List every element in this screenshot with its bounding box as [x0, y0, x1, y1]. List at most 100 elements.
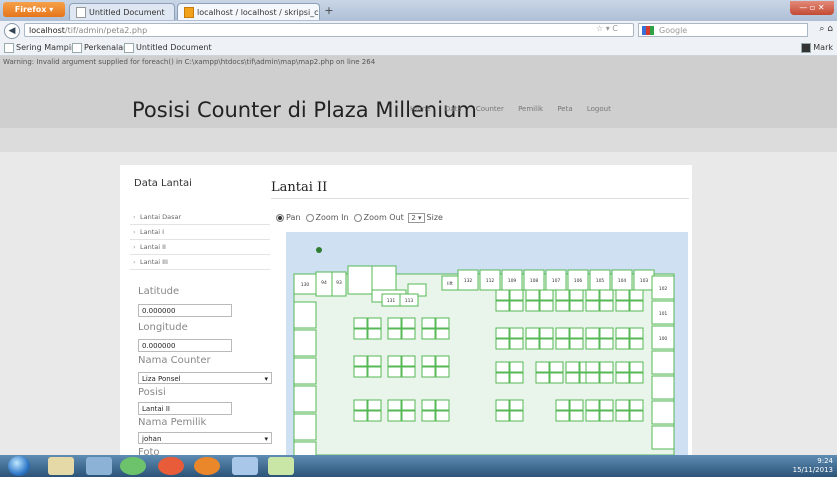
counter-box[interactable] — [599, 399, 614, 411]
pemilik-select[interactable]: johan ▾ — [138, 432, 272, 444]
counter-box[interactable] — [599, 300, 614, 312]
counter-box[interactable] — [651, 425, 675, 450]
counter-box[interactable] — [629, 361, 644, 373]
counter-box[interactable] — [565, 361, 580, 373]
counter-box[interactable] — [555, 338, 570, 350]
counter-box[interactable] — [615, 289, 630, 301]
counter-box[interactable] — [569, 338, 584, 350]
counter-box[interactable] — [387, 328, 402, 340]
counter-box[interactable] — [555, 327, 570, 339]
counter-box[interactable] — [435, 355, 450, 367]
counter-box[interactable] — [293, 329, 317, 357]
lantai-item[interactable]: Lantai I — [130, 225, 270, 240]
counter-box[interactable] — [615, 410, 630, 422]
counter-box[interactable] — [599, 338, 614, 350]
chrome-icon[interactable] — [158, 457, 184, 475]
longitude-field[interactable]: 0.000000 — [138, 339, 232, 352]
counter-box[interactable] — [367, 317, 382, 329]
tab-untitled-document[interactable]: Untitled Document — [69, 3, 175, 20]
counter-box[interactable] — [421, 399, 436, 411]
latitude-field[interactable]: 0.000000 — [138, 304, 232, 317]
counter-box[interactable] — [421, 355, 436, 367]
counter-box[interactable] — [651, 350, 675, 375]
counter-box[interactable] — [421, 317, 436, 329]
bookmark-perkenalan[interactable]: Perkenalan — [72, 41, 128, 55]
counter-box[interactable] — [599, 289, 614, 301]
counter-box[interactable] — [565, 372, 580, 384]
counter-box[interactable] — [387, 317, 402, 329]
counter-box[interactable] — [569, 399, 584, 411]
floor-map[interactable]: 1321121091081071061051041031309493toilet… — [286, 232, 688, 455]
firefox-icon[interactable] — [194, 457, 220, 475]
counter-box[interactable] — [293, 357, 317, 385]
counter-box[interactable] — [367, 410, 382, 422]
counter-box[interactable] — [615, 338, 630, 350]
menu-logout[interactable]: Logout — [587, 105, 611, 113]
counter-box[interactable] — [525, 289, 540, 301]
counter-box[interactable] — [293, 301, 317, 329]
star-reload-icon[interactable]: ☆ ▾ C — [596, 24, 618, 33]
window-icon[interactable] — [232, 457, 258, 475]
app-icon[interactable] — [268, 457, 294, 475]
counter-box[interactable] — [353, 399, 368, 411]
counter-box[interactable] — [401, 328, 416, 340]
counter-box[interactable] — [629, 372, 644, 384]
counter-box[interactable] — [569, 410, 584, 422]
counter-select[interactable]: Liza Ponsel ▾ — [138, 372, 272, 384]
counter-box[interactable] — [615, 372, 630, 384]
counter-box[interactable] — [525, 327, 540, 339]
counter-box[interactable] — [353, 355, 368, 367]
counter-box[interactable] — [495, 372, 510, 384]
counter-box[interactable] — [549, 372, 564, 384]
magnifier-icon[interactable]: ⌕ ⌂ — [819, 24, 833, 34]
counter-box[interactable] — [629, 300, 644, 312]
counter-box[interactable] — [539, 327, 554, 339]
new-tab-button[interactable]: + — [323, 4, 335, 18]
counter-box[interactable] — [539, 289, 554, 301]
window-controls[interactable]: — ▫ ✕ — [790, 1, 834, 15]
counter-box[interactable] — [495, 327, 510, 339]
counter-box[interactable] — [367, 366, 382, 378]
lantai-item[interactable]: Lantai II — [130, 240, 270, 255]
counter-box[interactable] — [629, 399, 644, 411]
counter-box[interactable] — [495, 300, 510, 312]
counter-box[interactable] — [421, 410, 436, 422]
counter-box[interactable] — [495, 399, 510, 411]
counter-box[interactable] — [615, 327, 630, 339]
map-marker-icon[interactable] — [316, 247, 322, 253]
counter-box[interactable] — [599, 372, 614, 384]
counter-box[interactable] — [555, 289, 570, 301]
counter-box[interactable] — [495, 338, 510, 350]
counter-box[interactable] — [367, 328, 382, 340]
counter-box[interactable] — [435, 328, 450, 340]
counter-box[interactable] — [585, 410, 600, 422]
counter-box[interactable] — [509, 361, 524, 373]
counter-box[interactable] — [599, 410, 614, 422]
address-bar[interactable]: localhost/tif/admin/peta2.php — [24, 23, 634, 37]
pan-radio[interactable] — [276, 213, 284, 222]
counter-box[interactable] — [629, 338, 644, 350]
counter-box[interactable] — [387, 366, 402, 378]
counter-box[interactable] — [509, 338, 524, 350]
counter-box[interactable] — [353, 366, 368, 378]
bookmarks-menu[interactable]: Mark — [801, 41, 833, 55]
counter-box[interactable] — [535, 372, 550, 384]
counter-box[interactable] — [353, 317, 368, 329]
counter-box[interactable] — [585, 399, 600, 411]
counter-box[interactable] — [615, 300, 630, 312]
counter-box[interactable] — [585, 361, 600, 373]
counter-box[interactable] — [509, 410, 524, 422]
counter-box[interactable] — [615, 361, 630, 373]
start-button-icon[interactable] — [8, 456, 30, 476]
firefox-menu-button[interactable]: Firefox ▾ — [3, 2, 65, 17]
counter-box[interactable] — [629, 410, 644, 422]
menu-counter[interactable]: Counter — [476, 105, 504, 113]
counter-box[interactable] — [569, 289, 584, 301]
zoom-in-radio[interactable] — [305, 213, 314, 222]
counter-box[interactable] — [435, 399, 450, 411]
counter-box[interactable] — [569, 300, 584, 312]
counter-box[interactable] — [539, 300, 554, 312]
counter-box[interactable] — [509, 289, 524, 301]
counter-box[interactable] — [509, 399, 524, 411]
counter-box[interactable] — [525, 338, 540, 350]
